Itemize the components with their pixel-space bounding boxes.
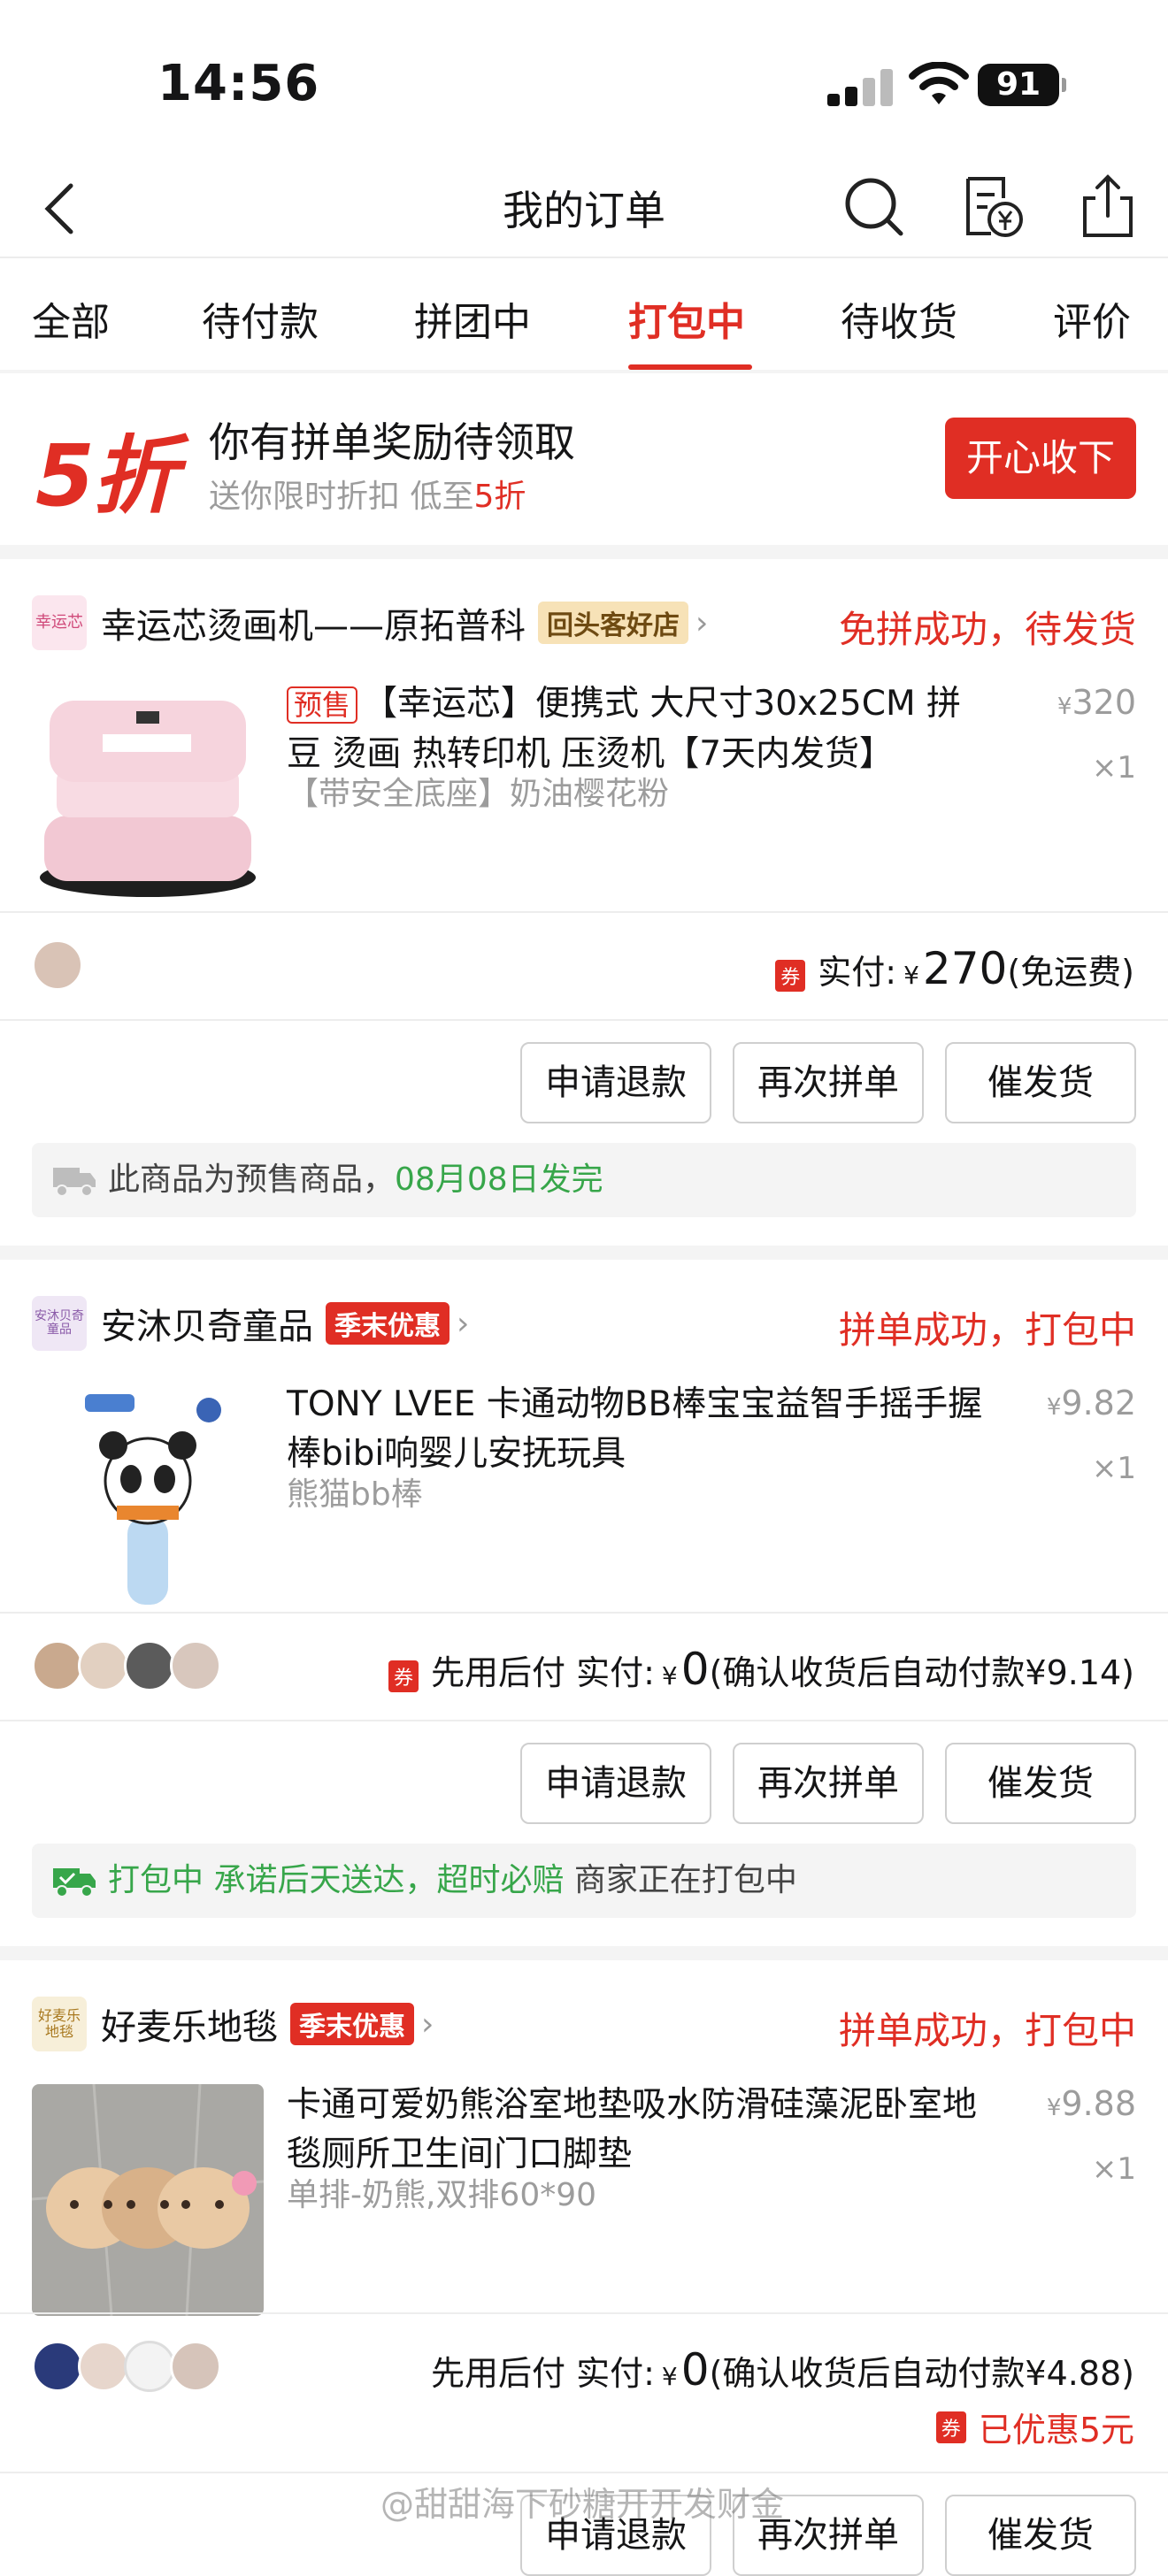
divider bbox=[0, 1246, 1168, 1260]
group-avatars bbox=[32, 939, 83, 991]
refund-button[interactable]: 申请退款 bbox=[520, 1743, 711, 1824]
divider bbox=[0, 545, 1168, 559]
rebuy-button[interactable]: 再次拼单 bbox=[733, 1042, 924, 1123]
product-image[interactable] bbox=[32, 1384, 264, 1615]
divider bbox=[0, 1946, 1168, 1960]
shop-logo: 好麦乐地毯 bbox=[32, 1997, 87, 2051]
shipping-notice: 打包中 承诺后天送达，超时必赔 商家正在打包中 bbox=[32, 1844, 1136, 1918]
order-actions: 申请退款 再次拼单 催发货 bbox=[520, 1042, 1136, 1123]
coupon-icon: 券 bbox=[388, 1660, 419, 1692]
cellular-signal-icon bbox=[827, 67, 898, 106]
avatar bbox=[32, 939, 83, 991]
product-title[interactable]: TONY LVEE 卡通动物BB棒宝宝益智手摇手握棒bibi响婴儿安抚玩具 bbox=[287, 1380, 995, 1479]
payment-row: 券 先用后付 实付: ¥0 (确认收货后自动付款¥9.14) bbox=[0, 1614, 1168, 1720]
product-quantity: ×1 bbox=[1091, 2151, 1136, 2187]
product-spec: 单排-奶熊,双排60*90 bbox=[287, 2177, 597, 2213]
avatar bbox=[124, 1640, 175, 1691]
product-title[interactable]: 预售 【幸运芯】便携式 大尺寸30x25CM 拼豆 烫画 热转印机 压烫机【7天内… bbox=[287, 679, 995, 779]
coupon-icon: 券 bbox=[935, 2411, 966, 2443]
chevron-right-icon: › bbox=[695, 604, 709, 641]
search-icon[interactable] bbox=[839, 172, 910, 242]
avatar bbox=[170, 2341, 221, 2392]
promo-subtitle: 送你限时折扣 低至5折 bbox=[209, 479, 526, 515]
battery-indicator: 91 bbox=[978, 64, 1066, 106]
shop-header[interactable]: 安沐贝奇童品 安沐贝奇童品 季末优惠 › bbox=[32, 1295, 469, 1352]
watermark: @甜甜海下砂糖开开发财金 bbox=[380, 2485, 785, 2524]
payment-summary: 券 实付: ¥270 (免运费) bbox=[775, 943, 1134, 994]
shop-header[interactable]: 好麦乐地毯 好麦乐地毯 季末优惠 › bbox=[32, 1996, 434, 2052]
order-card: 安沐贝奇童品 安沐贝奇童品 季末优惠 › 拼单成功，打包中 TONY LVEE … bbox=[0, 1260, 1168, 1950]
order-card: 幸运芯 幸运芯烫画机——原拓普科 回头客好店 › 免拼成功，待发货 预售 【幸运芯… bbox=[0, 559, 1168, 1249]
product-image[interactable] bbox=[32, 683, 264, 915]
avatar bbox=[78, 2341, 129, 2392]
truck-icon bbox=[53, 1868, 96, 1898]
urge-shipping-button[interactable]: 催发货 bbox=[945, 1743, 1136, 1824]
shop-logo: 安沐贝奇童品 bbox=[32, 1296, 87, 1351]
shop-logo: 幸运芯 bbox=[32, 595, 87, 650]
shop-header[interactable]: 幸运芯 幸运芯烫画机——原拓普科 回头客好店 › bbox=[32, 594, 708, 651]
payment-summary: 券 先用后付 实付: ¥0 (确认收货后自动付款¥9.14) bbox=[388, 1644, 1134, 1695]
shop-name: 好麦乐地毯 bbox=[101, 2007, 278, 2048]
promo-heading: 你有拼单奖励待领取 bbox=[209, 418, 575, 466]
product-image[interactable] bbox=[32, 2084, 264, 2316]
claim-reward-button[interactable]: 开心收下 bbox=[945, 418, 1136, 499]
share-icon[interactable] bbox=[1072, 172, 1143, 242]
order-card: 好麦乐地毯 好麦乐地毯 季末优惠 › 拼单成功，打包中 卡通可爱奶熊浴室地垫吸水… bbox=[0, 1960, 1168, 2576]
order-status: 拼单成功，打包中 bbox=[838, 2009, 1136, 2052]
order-actions: 申请退款 再次拼单 催发货 bbox=[520, 1743, 1136, 1824]
tab-pending-receipt[interactable]: 待收货 bbox=[841, 290, 957, 347]
shop-name: 安沐贝奇童品 bbox=[101, 1307, 313, 1347]
divider bbox=[0, 2472, 1168, 2473]
avatar bbox=[32, 1640, 83, 1691]
order-status: 拼单成功，打包中 bbox=[838, 1308, 1136, 1352]
chevron-right-icon: › bbox=[457, 1305, 470, 1342]
urge-shipping-button[interactable]: 催发货 bbox=[945, 2495, 1136, 2576]
shop-tag: 回头客好店 bbox=[538, 602, 688, 644]
tab-all[interactable]: 全部 bbox=[32, 290, 110, 347]
avatar bbox=[170, 1640, 221, 1691]
tab-packing[interactable]: 打包中 bbox=[628, 290, 745, 347]
discount-saved: 券 已优惠5元 bbox=[935, 2403, 1134, 2451]
product-title[interactable]: 卡通可爱奶熊浴室地垫吸水防滑硅藻泥卧室地毯厕所卫生间门口脚垫 bbox=[287, 2081, 995, 2180]
group-avatars bbox=[32, 2341, 221, 2392]
order-tabs: 全部 待付款 拼团中 打包中 待收货 评价 bbox=[0, 260, 1168, 372]
avatar bbox=[78, 1640, 129, 1691]
product-spec: 【带安全底座】奶油樱花粉 bbox=[287, 776, 670, 812]
bill-icon[interactable] bbox=[956, 172, 1026, 242]
shop-tag: 季末优惠 bbox=[326, 1302, 450, 1345]
product-price: ¥9.82 bbox=[1046, 1384, 1136, 1422]
discount-badge: 5折 bbox=[35, 426, 178, 525]
rebuy-button[interactable]: 再次拼单 bbox=[733, 1743, 924, 1824]
urge-shipping-button[interactable]: 催发货 bbox=[945, 1042, 1136, 1123]
refund-button[interactable]: 申请退款 bbox=[520, 1042, 711, 1123]
divider bbox=[0, 1720, 1168, 1721]
shipping-notice: 此商品为预售商品，08月08日发完 bbox=[32, 1143, 1136, 1217]
presale-badge: 预售 bbox=[287, 686, 358, 724]
nav-bar: 我的订单 bbox=[0, 159, 1168, 258]
order-status: 免拼成功，待发货 bbox=[838, 608, 1136, 651]
product-price: ¥320 bbox=[1057, 683, 1136, 722]
shop-tag: 季末优惠 bbox=[290, 2003, 414, 2045]
status-time: 14:56 bbox=[158, 55, 320, 112]
promo-banner: 5折 你有拼单奖励待领取 送你限时折扣 低至5折 开心收下 bbox=[0, 372, 1168, 545]
coupon-icon: 券 bbox=[775, 960, 806, 992]
tab-review[interactable]: 评价 bbox=[1053, 290, 1131, 347]
wifi-icon bbox=[909, 62, 969, 104]
shop-name: 幸运芯烫画机——原拓普科 bbox=[101, 606, 526, 647]
product-quantity: ×1 bbox=[1091, 750, 1136, 786]
payment-row: 券 实付: ¥270 (免运费) bbox=[0, 913, 1168, 1019]
payment-summary: 先用后付 实付: ¥0 (确认收货后自动付款¥4.88) bbox=[431, 2344, 1134, 2396]
product-spec: 熊猫bb棒 bbox=[287, 1476, 423, 1513]
tab-group-buying[interactable]: 拼团中 bbox=[414, 290, 531, 347]
status-bar: 14:56 91 bbox=[0, 0, 1168, 159]
truck-icon bbox=[53, 1168, 96, 1197]
avatar bbox=[124, 2341, 175, 2392]
group-avatars bbox=[32, 1640, 221, 1691]
divider bbox=[0, 1019, 1168, 1021]
chevron-right-icon: › bbox=[421, 2005, 434, 2043]
product-price: ¥9.88 bbox=[1046, 2084, 1136, 2123]
product-quantity: ×1 bbox=[1091, 1451, 1136, 1486]
tab-pending-payment[interactable]: 待付款 bbox=[202, 290, 319, 347]
avatar bbox=[32, 2341, 83, 2392]
